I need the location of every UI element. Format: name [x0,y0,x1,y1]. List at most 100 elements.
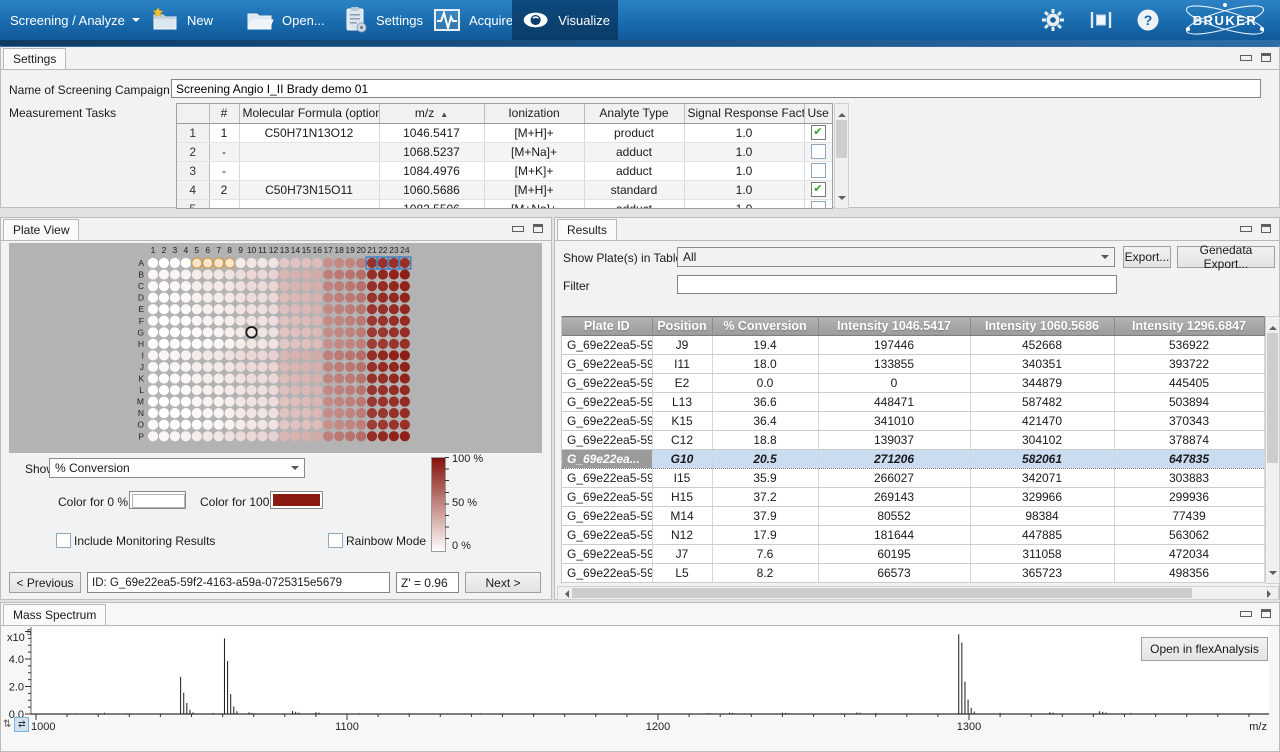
well-L12[interactable] [268,385,278,395]
well-C4[interactable] [181,281,191,291]
well-J8[interactable] [225,362,235,372]
visualize-button[interactable]: Visualize [512,0,618,40]
well-A12[interactable] [268,258,278,268]
well-J22[interactable] [378,362,388,372]
well-D4[interactable] [181,293,191,303]
well-C19[interactable] [345,281,355,291]
use-checkbox[interactable] [811,144,826,159]
minimize-panel-icon[interactable] [512,226,524,232]
well-B18[interactable] [334,269,344,279]
well-I1[interactable] [148,350,158,360]
well-M2[interactable] [159,397,169,407]
well-I9[interactable] [236,350,246,360]
well-D24[interactable] [400,293,410,303]
well-J5[interactable] [192,362,202,372]
well-H14[interactable] [290,339,300,349]
well-B23[interactable] [389,269,399,279]
well-O4[interactable] [181,420,191,430]
well-J10[interactable] [246,362,256,372]
well-C5[interactable] [192,281,202,291]
well-D9[interactable] [236,293,246,303]
well-N7[interactable] [214,408,224,418]
well-A2[interactable] [159,258,169,268]
well-A1[interactable] [148,258,158,268]
measurement-task-row[interactable]: 51082.5506[M+Na]+adduct1.0 [177,199,832,209]
results-header-plate-id[interactable]: Plate ID [562,317,652,336]
well-I23[interactable] [389,350,399,360]
results-header-intensity-1060[interactable]: Intensity 1060.5686 [970,317,1114,336]
scroll-right-icon[interactable] [1267,590,1275,598]
well-G12[interactable] [268,327,278,337]
tab-mass-spectrum[interactable]: Mass Spectrum [3,604,106,625]
well-E13[interactable] [279,304,289,314]
well-G2[interactable] [159,327,169,337]
well-H18[interactable] [334,339,344,349]
well-D13[interactable] [279,293,289,303]
well-I17[interactable] [323,350,333,360]
well-D16[interactable] [312,293,322,303]
well-L17[interactable] [323,385,333,395]
open-button[interactable]: Open... [237,0,333,40]
export-button[interactable]: Export... [1123,246,1171,268]
genedata-export-button[interactable]: Genedata Export... [1177,246,1275,268]
well-I18[interactable] [334,350,344,360]
well-H12[interactable] [268,339,278,349]
well-F24[interactable] [400,316,410,326]
well-O3[interactable] [170,420,180,430]
well-P15[interactable] [301,431,311,441]
well-F15[interactable] [301,316,311,326]
well-D6[interactable] [203,293,213,303]
tab-plate-view[interactable]: Plate View [3,219,79,240]
well-I20[interactable] [356,350,366,360]
well-G4[interactable] [181,327,191,337]
well-D14[interactable] [290,293,300,303]
well-I2[interactable] [159,350,169,360]
well-J7[interactable] [214,362,224,372]
well-N22[interactable] [378,408,388,418]
well-M18[interactable] [334,397,344,407]
horizontal-zoom-icon[interactable]: ⇄ [14,717,29,732]
scroll-left-icon[interactable] [561,590,569,598]
well-B22[interactable] [378,269,388,279]
well-B14[interactable] [290,269,300,279]
well-O22[interactable] [378,420,388,430]
tab-results[interactable]: Results [557,219,617,240]
well-G22[interactable] [378,327,388,337]
well-B21[interactable] [367,269,377,279]
well-O23[interactable] [389,420,399,430]
well-L23[interactable] [389,385,399,395]
results-row[interactable]: G_69e22ea5-59f...I1118.01338553403513937… [562,355,1264,374]
minimize-panel-icon[interactable] [1240,611,1252,617]
well-G11[interactable] [257,327,267,337]
well-P18[interactable] [334,431,344,441]
well-B7[interactable] [214,269,224,279]
well-P5[interactable] [192,431,202,441]
well-F12[interactable] [268,316,278,326]
tasks-header-formula[interactable]: Molecular Formula (optional) [239,104,379,123]
well-C21[interactable] [367,281,377,291]
tasks-header-ionization[interactable]: Ionization [484,104,584,123]
well-B10[interactable] [246,269,256,279]
well-K22[interactable] [378,373,388,383]
well-D2[interactable] [159,293,169,303]
well-K23[interactable] [389,373,399,383]
well-B13[interactable] [279,269,289,279]
well-N11[interactable] [257,408,267,418]
well-F2[interactable] [159,316,169,326]
maximize-panel-icon[interactable] [1261,609,1271,618]
well-O13[interactable] [279,420,289,430]
well-F4[interactable] [181,316,191,326]
well-J20[interactable] [356,362,366,372]
well-E9[interactable] [236,304,246,314]
well-G17[interactable] [323,327,333,337]
well-M11[interactable] [257,397,267,407]
well-F3[interactable] [170,316,180,326]
well-C9[interactable] [236,281,246,291]
well-B2[interactable] [159,269,169,279]
scroll-down-icon[interactable] [838,196,846,204]
well-G21[interactable] [367,327,377,337]
well-E17[interactable] [323,304,333,314]
well-D19[interactable] [345,293,355,303]
well-P19[interactable] [345,431,355,441]
well-E11[interactable] [257,304,267,314]
